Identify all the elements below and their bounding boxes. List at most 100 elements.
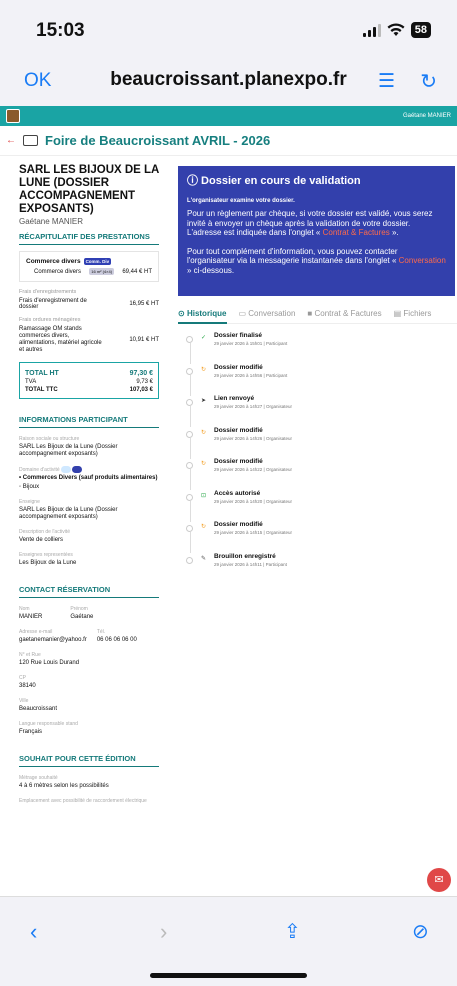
history-title: Dossier modifié	[214, 521, 263, 528]
category-name: Commerce divers	[26, 258, 81, 265]
raison-sociale: SARL Les Bijoux de la Lune (Dossier acco…	[19, 444, 118, 457]
history-actor: Organisateur	[265, 530, 292, 535]
timeline-dot	[186, 462, 193, 469]
contract-link[interactable]: Contrat & Factures	[323, 228, 390, 237]
timeline-line	[189, 469, 191, 490]
tab-fichiers[interactable]: ▤ Fichiers	[394, 309, 432, 318]
history-date: 29 janvier 2026 à 14h11	[214, 561, 262, 567]
site-logo[interactable]	[6, 109, 20, 123]
tab-contrat[interactable]: ■ Contrat & Factures	[307, 309, 381, 318]
battery-icon: 58	[410, 22, 431, 38]
history-title: Dossier modifié	[214, 426, 263, 434]
company-person: Gaétane MANIER	[19, 217, 84, 226]
contact-title: CONTACT RÉSERVATION	[19, 585, 159, 598]
souhait-title: SOUHAIT POUR CETTE ÉDITION	[19, 754, 159, 767]
tva: 9,73 €	[136, 379, 153, 385]
user-name[interactable]: Gaétane MANIER	[403, 113, 451, 119]
total-ttc: 107,03 €	[129, 387, 153, 393]
history-title: Dossier modifié	[214, 363, 263, 371]
timeline-line	[189, 532, 191, 553]
status-bar: 15:03 58	[0, 0, 457, 60]
history-status-icon: ➤	[201, 398, 207, 404]
history-item: ↻ Dossier modifié 29 janvier 2026 à 14h26 …	[186, 427, 446, 459]
history-actor: Organisateur	[265, 404, 292, 409]
recap-title: RÉCAPITULATIF DES PRESTATIONS	[19, 232, 159, 245]
description: Vente de colliers	[19, 537, 64, 543]
reload-icon[interactable]: ↻	[420, 69, 437, 94]
presta-line: Commerce divers 16 m² (4×4) 69,44 € HT	[34, 268, 152, 275]
back-arrow-icon[interactable]: ←	[6, 135, 16, 146]
validation-alert: ⓘ Dossier en cours de validation L'organ…	[178, 166, 455, 296]
email: gaetanemanier@yahoo.fr	[19, 637, 87, 643]
timeline-line	[189, 374, 191, 396]
share-icon[interactable]: ⇪	[284, 919, 301, 944]
domain-badge	[72, 466, 83, 473]
history-actor: Participant	[265, 372, 288, 378]
compass-icon[interactable]: ⊘	[412, 919, 429, 944]
phone: 06 06 06 06 00	[96, 637, 137, 643]
history-title: Brouillon enregistré	[214, 552, 276, 560]
history-status-icon: ↻	[201, 461, 207, 467]
history-actor: Participant	[265, 341, 288, 346]
timeline-line	[189, 406, 191, 427]
timeline-dot	[186, 367, 193, 375]
history-title: Accès autorisé	[214, 489, 261, 497]
enseigne: SARL Les Bijoux de la Lune (Dossier acco…	[19, 507, 118, 520]
fair-title: Foire de Beaucroissant AVRIL - 2026	[45, 133, 271, 148]
history-item: ↻ Dossier modifié 29 janvier 2026 à 14h56 …	[186, 364, 446, 396]
chat-bubble-icon[interactable]: ✉	[427, 868, 451, 892]
participant-title: INFORMATIONS PARTICIPANT	[19, 415, 159, 428]
history-item: ⊡ Accès autorisé 29 janvier 2026 à 14h20 |…	[186, 490, 446, 522]
history-date: 29 janvier 2026 à 14h26	[214, 435, 263, 441]
prestations-box: Commerce divers Comm. Div Commerce diver…	[19, 251, 159, 282]
timeline-dot	[186, 336, 193, 343]
wifi-icon	[387, 23, 405, 36]
history-item: ➤ Lien renvoyé 29 janvier 2026 à 14h27 | O…	[186, 395, 446, 427]
left-column: SARL LES BIJOUX DE LA LUNE (DOSSIER ACCO…	[19, 164, 159, 804]
enseignes-representees: Les Bijoux de la Lune	[19, 560, 77, 566]
history-status-icon: ↻	[201, 366, 207, 373]
total-ht: 97,30 €	[129, 370, 153, 377]
timeline-line	[189, 500, 191, 522]
totals-box: TOTAL HT 97,30 € TVA 9,73 € TOTAL TTC 107,0…	[19, 362, 159, 399]
history-title: Dossier modifié	[214, 458, 263, 465]
history-item: ↻ Dossier modifié 29 janvier 2026 à 14h15 …	[186, 521, 446, 553]
forward-icon[interactable]: ›	[160, 919, 167, 945]
timeline-line	[189, 343, 191, 364]
history-status-icon: ↻	[201, 524, 207, 530]
history-title: Lien renvoyé	[214, 395, 255, 402]
history-status-icon: ⊡	[201, 492, 207, 499]
tab-historique[interactable]: ⊙ Historique	[178, 309, 227, 324]
browser-bottom-bar: ‹ › ⇪ ⊘	[0, 896, 457, 986]
history-item: ✎ Brouillon enregistré 29 janvier 2026 à 1…	[186, 553, 446, 585]
history-timeline: ✓ Dossier finalisé 29 janvier 2026 à 15h01…	[186, 332, 446, 584]
browser-toolbar: OK beaucroissant.planexpo.fr ☰ ↻	[0, 60, 457, 106]
history-date: 29 janvier 2026 à 14h27	[214, 404, 263, 409]
home-indicator	[150, 973, 307, 978]
reader-icon[interactable]: ☰	[378, 70, 395, 93]
history-status-icon: ✎	[201, 555, 207, 562]
back-icon[interactable]: ‹	[30, 919, 37, 945]
timeline-line	[189, 437, 191, 459]
clock: 15:03	[36, 20, 85, 41]
reg-label: Frais d'enregistrements	[19, 289, 77, 295]
fair-header: ← Foire de Beaucroissant AVRIL - 2026	[0, 126, 457, 156]
history-date: 29 janvier 2026 à 14h15	[214, 530, 263, 535]
timeline-dot	[186, 556, 193, 564]
conversation-link[interactable]: Conversation	[399, 256, 446, 265]
history-date: 29 janvier 2026 à 14h56	[214, 372, 263, 378]
cellular-signal-icon	[362, 23, 381, 37]
timeline-dot	[186, 525, 193, 532]
waste-line: Ramassage OM stands commerces divers, al…	[19, 326, 159, 353]
reg-line: Frais d'enregistrement de dossier 16,95 …	[19, 298, 159, 310]
history-actor: Participant	[265, 561, 287, 567]
history-status-icon: ✓	[201, 335, 207, 341]
tab-conversation[interactable]: ▭ Conversation	[239, 309, 296, 318]
history-date: 29 janvier 2026 à 14h20	[214, 498, 263, 504]
timeline-dot	[186, 493, 193, 501]
history-status-icon: ↻	[201, 429, 207, 436]
timeline-dot	[186, 430, 193, 438]
history-item: ✓ Dossier finalisé 29 janvier 2026 à 15h01…	[186, 332, 446, 364]
folder-icon	[23, 135, 38, 146]
timeline-dot	[186, 399, 193, 406]
